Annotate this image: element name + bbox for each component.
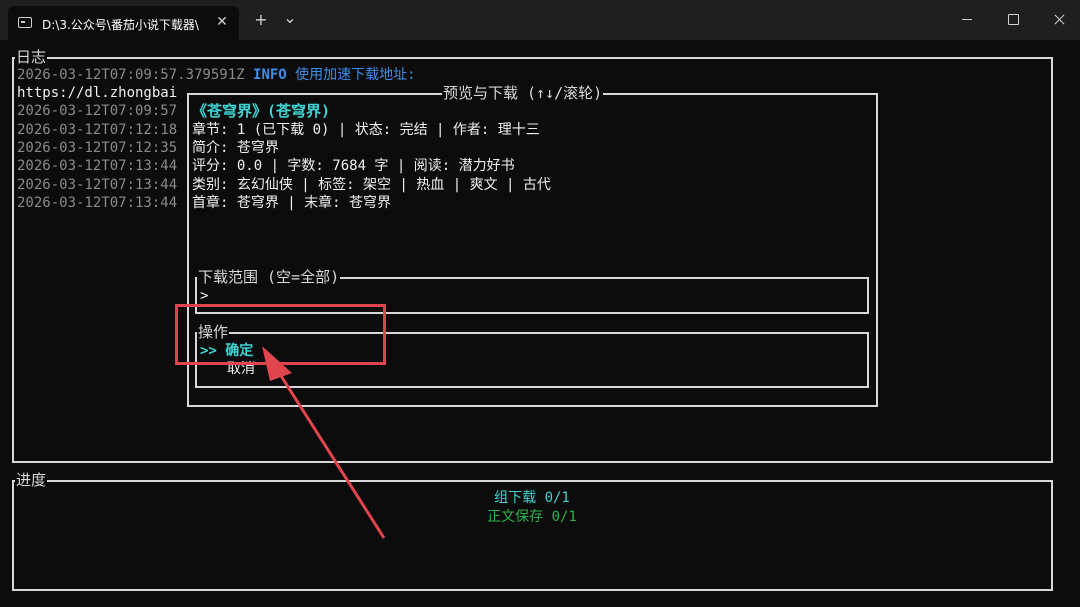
annotation-arrow-icon (262, 346, 386, 539)
